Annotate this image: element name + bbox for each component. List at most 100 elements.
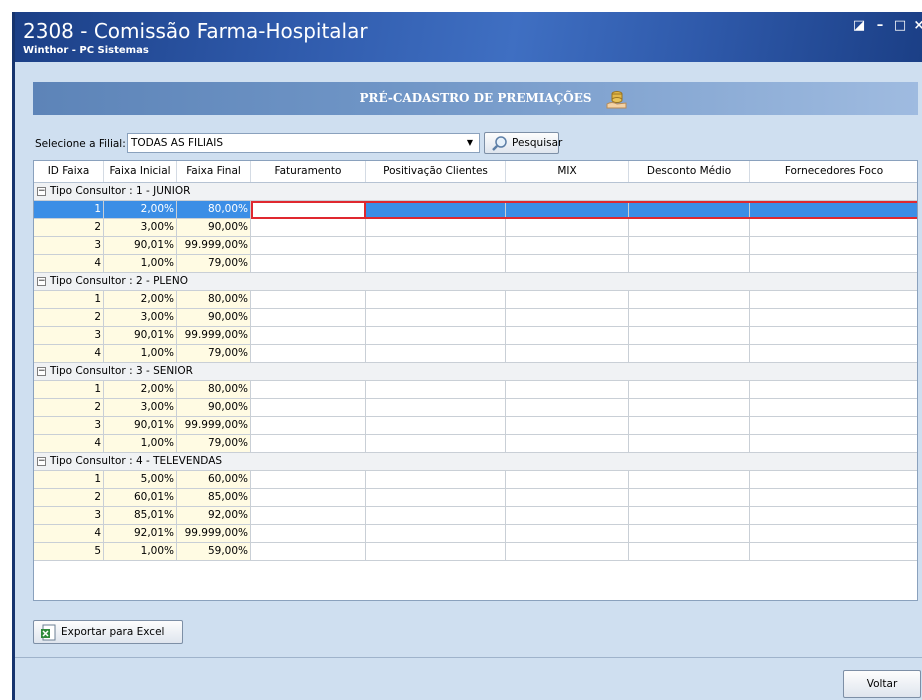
maximize-icon[interactable]: □ [892, 18, 908, 34]
editable-cell[interactable] [506, 201, 629, 219]
table-cell[interactable]: 90,01% [104, 327, 177, 345]
table-cell[interactable]: 99.999,00% [177, 525, 251, 543]
editable-cell[interactable] [506, 525, 629, 543]
table-cell[interactable]: 2,00% [104, 291, 177, 309]
editable-cell[interactable] [251, 543, 366, 561]
editable-cell[interactable] [251, 291, 366, 309]
editable-cell[interactable] [629, 525, 750, 543]
table-cell[interactable]: 4 [34, 345, 104, 363]
table-cell[interactable]: 79,00% [177, 255, 251, 273]
editable-cell[interactable] [506, 291, 629, 309]
editable-cell[interactable] [506, 237, 629, 255]
editable-cell[interactable] [506, 435, 629, 453]
table-row[interactable]: 3 90,01% 99.999,00% [34, 327, 917, 345]
editable-cell[interactable] [366, 435, 506, 453]
editable-cell[interactable] [629, 381, 750, 399]
collapse-icon[interactable]: − [37, 367, 46, 376]
editable-cell[interactable] [366, 507, 506, 525]
editable-cell[interactable] [506, 507, 629, 525]
table-cell[interactable]: 3 [34, 507, 104, 525]
table-cell[interactable]: 4 [34, 525, 104, 543]
editable-cell[interactable] [366, 345, 506, 363]
editable-cell[interactable] [506, 309, 629, 327]
editable-cell[interactable] [629, 399, 750, 417]
table-row[interactable]: 1 2,00% 80,00% [34, 381, 917, 399]
editable-cell[interactable] [750, 435, 917, 453]
table-cell[interactable]: 90,00% [177, 219, 251, 237]
table-cell[interactable]: 80,00% [177, 291, 251, 309]
editable-cell[interactable] [750, 255, 917, 273]
editable-cell[interactable] [629, 435, 750, 453]
table-cell[interactable]: 3 [34, 417, 104, 435]
editable-cell[interactable] [251, 399, 366, 417]
table-cell[interactable]: 90,00% [177, 309, 251, 327]
editable-cell[interactable] [366, 471, 506, 489]
editable-cell[interactable] [251, 255, 366, 273]
table-cell[interactable]: 1 [34, 471, 104, 489]
editable-cell[interactable] [750, 381, 917, 399]
table-cell[interactable]: 1 [34, 201, 104, 219]
table-cell[interactable]: 90,01% [104, 417, 177, 435]
editable-cell[interactable] [366, 237, 506, 255]
table-cell[interactable]: 2 [34, 489, 104, 507]
table-cell[interactable]: 1,00% [104, 255, 177, 273]
column-header[interactable]: Positivação Clientes [366, 161, 506, 182]
column-header[interactable]: Faturamento [251, 161, 366, 182]
editable-cell[interactable] [251, 417, 366, 435]
collapse-icon[interactable]: − [37, 187, 46, 196]
table-cell[interactable]: 2 [34, 309, 104, 327]
editable-cell[interactable] [251, 489, 366, 507]
editable-cell[interactable] [629, 507, 750, 525]
editable-cell[interactable] [506, 255, 629, 273]
editable-cell[interactable] [629, 237, 750, 255]
editable-cell[interactable] [506, 417, 629, 435]
filial-select[interactable]: TODAS AS FILIAIS ▼ [127, 133, 480, 153]
table-cell[interactable]: 99.999,00% [177, 417, 251, 435]
editable-cell[interactable] [629, 327, 750, 345]
editable-cell[interactable] [629, 417, 750, 435]
editable-cell[interactable] [366, 399, 506, 417]
table-cell[interactable]: 3,00% [104, 309, 177, 327]
editable-cell[interactable] [366, 417, 506, 435]
editable-cell[interactable] [750, 471, 917, 489]
table-row[interactable]: 4 1,00% 79,00% [34, 345, 917, 363]
editable-cell[interactable] [750, 399, 917, 417]
table-cell[interactable]: 3,00% [104, 219, 177, 237]
editable-cell[interactable] [366, 381, 506, 399]
editable-cell[interactable] [506, 345, 629, 363]
editable-cell[interactable] [629, 219, 750, 237]
editable-cell[interactable] [750, 219, 917, 237]
editable-cell[interactable] [251, 345, 366, 363]
premiacoes-grid[interactable]: ID Faixa Faixa Inicial Faixa Final Faturame… [33, 160, 918, 601]
table-row[interactable]: 1 5,00% 60,00% [34, 471, 917, 489]
group-row[interactable]: − Tipo Consultor : 1 - JUNIOR [34, 183, 917, 201]
collapse-icon[interactable]: − [37, 277, 46, 286]
editable-cell[interactable] [251, 381, 366, 399]
editable-cell[interactable] [506, 543, 629, 561]
editable-cell[interactable] [750, 507, 917, 525]
table-cell[interactable]: 2 [34, 399, 104, 417]
editable-cell[interactable] [366, 219, 506, 237]
table-cell[interactable]: 4 [34, 255, 104, 273]
editable-cell[interactable] [750, 345, 917, 363]
editable-cell[interactable] [506, 327, 629, 345]
editable-cell[interactable] [629, 201, 750, 219]
restore-icon[interactable]: ◪ [851, 18, 867, 34]
table-cell[interactable]: 1 [34, 291, 104, 309]
table-row-selected[interactable]: 1 2,00% 80,00% [34, 201, 917, 219]
editable-cell[interactable] [506, 381, 629, 399]
table-cell[interactable]: 80,00% [177, 201, 251, 219]
table-cell[interactable]: 1 [34, 381, 104, 399]
table-cell[interactable]: 80,00% [177, 381, 251, 399]
editable-cell[interactable] [366, 489, 506, 507]
editable-cell[interactable] [506, 471, 629, 489]
table-cell[interactable]: 1,00% [104, 435, 177, 453]
table-row[interactable]: 3 90,01% 99.999,00% [34, 237, 917, 255]
group-row[interactable]: − Tipo Consultor : 2 - PLENO [34, 273, 917, 291]
table-row[interactable]: 4 1,00% 79,00% [34, 435, 917, 453]
editable-cell[interactable] [251, 237, 366, 255]
table-cell[interactable]: 1,00% [104, 543, 177, 561]
close-icon[interactable]: × [911, 18, 922, 34]
table-cell[interactable]: 85,01% [104, 507, 177, 525]
table-cell[interactable]: 3,00% [104, 399, 177, 417]
